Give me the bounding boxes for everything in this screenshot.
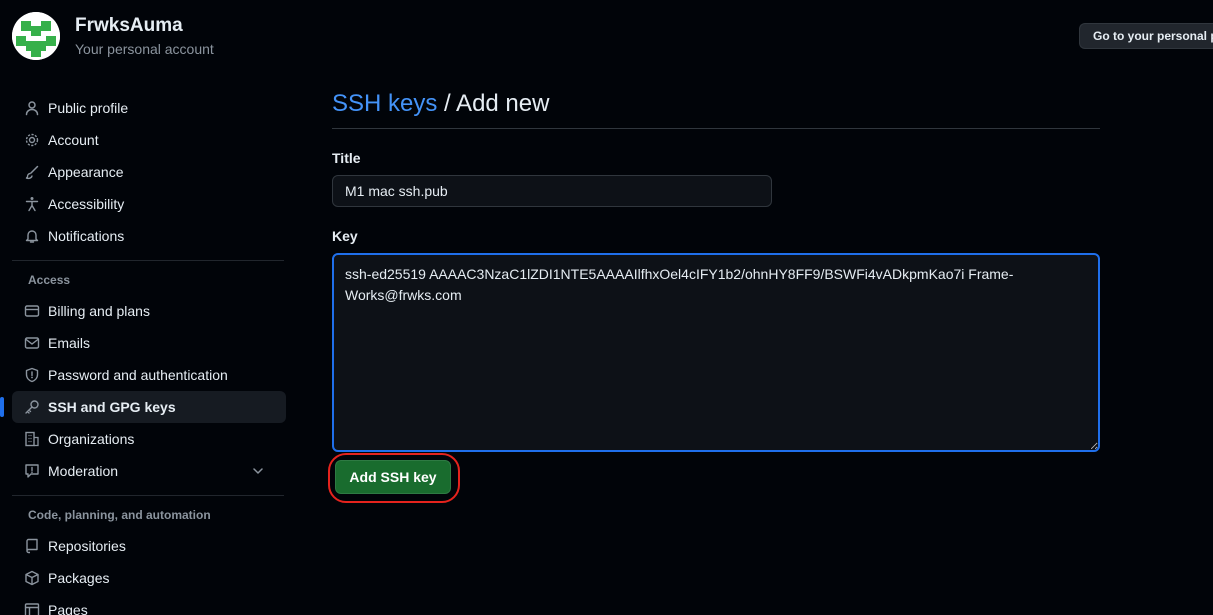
person-icon: [24, 100, 40, 116]
sidebar-item-accessibility[interactable]: Accessibility: [12, 188, 286, 220]
mail-icon: [24, 335, 40, 351]
key-label: Key: [332, 228, 358, 244]
sidebar-item-label: Password and authentication: [48, 367, 228, 383]
sidebar-item-appearance[interactable]: Appearance: [12, 156, 286, 188]
sidebar-item-label: Accessibility: [48, 196, 125, 212]
shield-icon: [24, 367, 40, 383]
sidebar-divider: [12, 260, 284, 261]
add-ssh-key-form: SSH keys / Add new Title Key ssh-ed25519…: [332, 88, 1100, 452]
chevron-down-icon[interactable]: [250, 463, 266, 479]
sidebar-item-label: Packages: [48, 570, 110, 586]
sidebar-divider: [12, 495, 284, 496]
go-to-personal-profile-button[interactable]: Go to your personal p: [1079, 23, 1213, 49]
sidebar-item-label: Account: [48, 132, 99, 148]
sidebar-item-repositories[interactable]: Repositories: [12, 530, 286, 562]
settings-page: FrwksAuma Your personal account Go to yo…: [0, 0, 1213, 615]
sidebar-section-code-planning: Code, planning, and automation: [28, 508, 211, 522]
gear-icon: [24, 132, 40, 148]
report-icon: [24, 463, 40, 479]
account-header: FrwksAuma Your personal account: [12, 12, 214, 60]
ssh-keys-breadcrumb-link[interactable]: SSH keys: [332, 90, 437, 117]
sidebar-item-account[interactable]: Account: [12, 124, 286, 156]
sidebar-section-access: Access: [28, 273, 71, 287]
sidebar-item-password-auth[interactable]: Password and authentication: [12, 359, 286, 391]
title-label: Title: [332, 150, 361, 166]
key-textarea[interactable]: ssh-ed25519 AAAAC3NzaC1lZDI1NTE5AAAAIlfh…: [332, 253, 1100, 452]
bell-icon: [24, 228, 40, 244]
settings-sidebar: Public profile Account Appearance Access…: [0, 92, 286, 615]
sidebar-item-public-profile[interactable]: Public profile: [12, 92, 286, 124]
sidebar-item-emails[interactable]: Emails: [12, 327, 286, 359]
title-input[interactable]: [332, 175, 772, 207]
package-icon: [24, 570, 40, 586]
sidebar-item-packages[interactable]: Packages: [12, 562, 286, 594]
sidebar-item-label: Billing and plans: [48, 303, 150, 319]
page-title-suffix: / Add new: [437, 90, 550, 117]
sidebar-item-label: Organizations: [48, 431, 135, 447]
sidebar-item-label: Emails: [48, 335, 91, 351]
sidebar-item-notifications[interactable]: Notifications: [12, 220, 286, 252]
browser-icon: [24, 602, 40, 615]
sidebar-item-organizations[interactable]: Organizations: [12, 423, 286, 455]
key-icon: [24, 399, 40, 415]
sidebar-item-ssh-gpg-keys[interactable]: SSH and GPG keys: [0, 391, 286, 423]
sidebar-item-label: Moderation: [48, 463, 119, 479]
sidebar-item-label: Public profile: [48, 100, 129, 116]
sidebar-item-label: SSH and GPG keys: [48, 399, 176, 415]
sidebar-item-label: Repositories: [48, 538, 126, 554]
sidebar-item-label: Appearance: [48, 164, 124, 180]
sidebar-item-moderation[interactable]: Moderation: [12, 455, 286, 487]
accessibility-icon: [24, 196, 40, 212]
sidebar-item-label: Notifications: [48, 228, 125, 244]
credit-card-icon: [24, 303, 40, 319]
page-title: SSH keys / Add new: [332, 88, 1100, 129]
repo-icon: [24, 538, 40, 554]
sidebar-item-billing[interactable]: Billing and plans: [12, 295, 286, 327]
paintbrush-icon: [24, 164, 40, 180]
sidebar-item-pages[interactable]: Pages: [12, 594, 286, 615]
sidebar-item-label: Pages: [48, 602, 88, 615]
add-ssh-key-button[interactable]: Add SSH key: [335, 460, 451, 494]
organization-icon: [24, 431, 40, 447]
account-subtitle: Your personal account: [75, 41, 214, 57]
account-name[interactable]: FrwksAuma: [75, 13, 214, 39]
avatar[interactable]: [12, 12, 60, 60]
